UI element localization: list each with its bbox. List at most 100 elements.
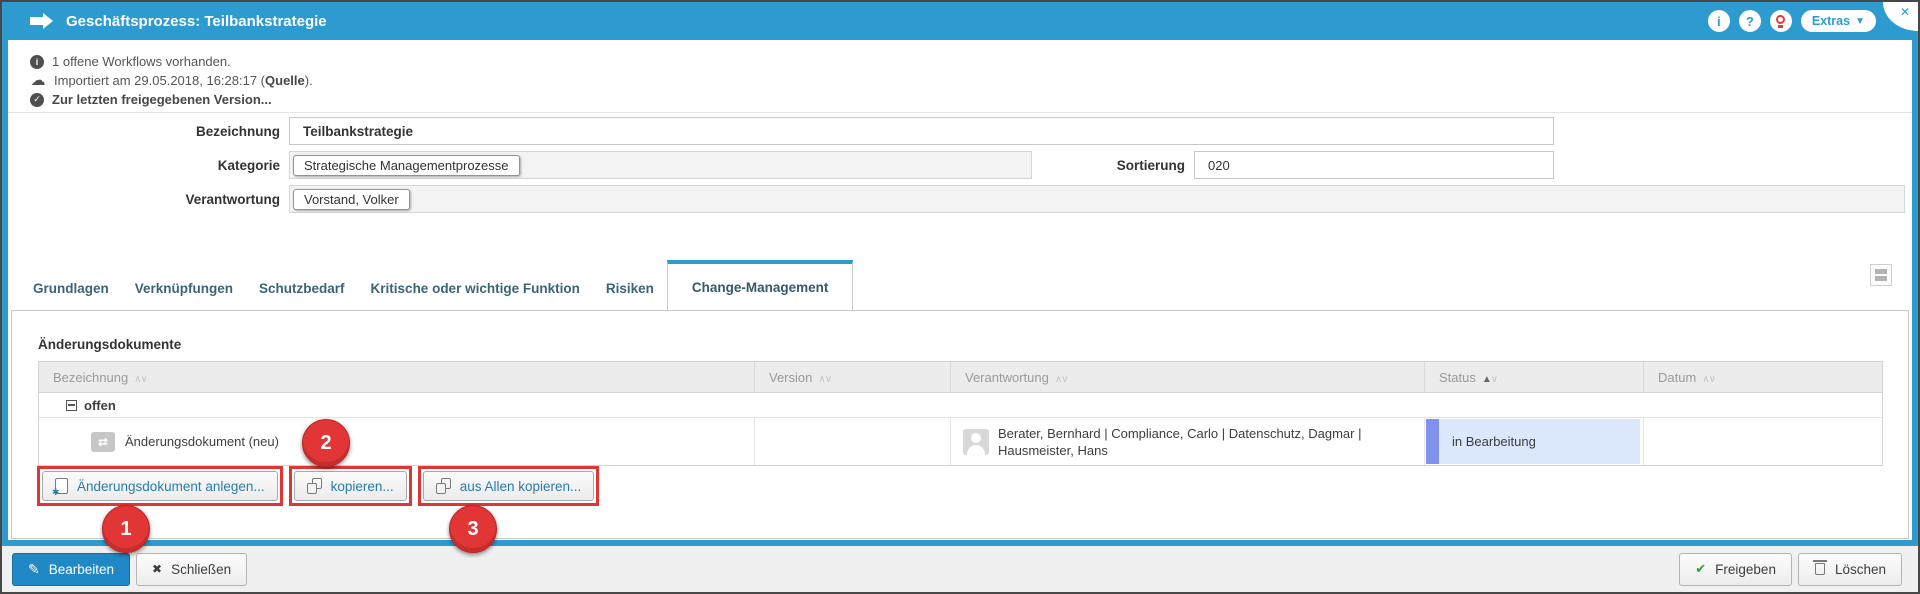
column-header-verantwortung[interactable]: Verantwortung ∧∨ (951, 362, 1425, 392)
sort-icons: ∧∨ (818, 370, 831, 385)
column-label: Datum (1658, 370, 1696, 385)
kategorie-field[interactable]: Strategische Managementprozesse (289, 151, 1032, 179)
table-header: Bezeichnung ∧∨ Version ∧∨ Verantwortung … (39, 362, 1882, 393)
titlebar: Geschäftsprozess: Teilbankstrategie i ? … (2, 2, 1918, 40)
column-header-datum[interactable]: Datum ∧∨ (1644, 362, 1882, 392)
button-label: Freigeben (1715, 562, 1776, 577)
tab-bar: Grundlagen Verknüpfungen Schutzbedarf Kr… (20, 260, 853, 310)
button-label: Änderungsdokument anlegen... (77, 479, 265, 494)
chevron-down-icon: ▼ (1855, 16, 1865, 27)
sort-icons: ∧∨ (1702, 370, 1715, 385)
annotation-box-2: kopieren... (289, 466, 412, 506)
bezeichnung-label: Bezeichnung (2, 124, 280, 139)
tab-kritische-funktion[interactable]: Kritische oder wichtige Funktion (358, 260, 593, 310)
column-header-status[interactable]: Status ▲∨ (1425, 362, 1644, 392)
create-change-document-button[interactable]: ✱ Änderungsdokument anlegen... (42, 471, 278, 501)
status-progress-bar (1426, 419, 1439, 464)
trash-icon (1814, 563, 1826, 577)
delete-button[interactable]: Löschen (1798, 553, 1902, 586)
notice-last-version-link[interactable]: ✓ Zur letzten freigegebenen Version... (30, 90, 313, 109)
cell-status: in Bearbeitung (1425, 418, 1644, 465)
verantwortung-label: Verantwortung (2, 192, 280, 207)
tab-verknuepfungen[interactable]: Verknüpfungen (122, 260, 246, 310)
group-row-offen[interactable]: offen (39, 393, 1882, 418)
copy-from-all-button[interactable]: aus Allen kopieren... (423, 471, 595, 501)
person-avatar-icon (963, 429, 989, 455)
page-title: Geschäftsprozess: Teilbankstrategie (66, 13, 327, 30)
tab-grundlagen[interactable]: Grundlagen (20, 260, 122, 310)
source-link[interactable]: Quelle (265, 73, 305, 88)
cell-version (755, 418, 951, 465)
close-x-icon: ✖ (152, 562, 162, 576)
layout-toggle-button[interactable] (1870, 264, 1892, 286)
footer-right-actions: ✔ Freigeben Löschen (1679, 553, 1902, 586)
button-label: Löschen (1835, 562, 1886, 577)
divider (8, 112, 1912, 113)
column-label: Verantwortung (965, 370, 1049, 385)
process-arrow-icon (30, 13, 53, 29)
collapse-icon[interactable] (66, 400, 77, 411)
kategorie-chip[interactable]: Strategische Managementprozesse (293, 155, 520, 176)
info-circle-icon: i (30, 55, 44, 69)
sort-desc-icon: ∨ (1491, 374, 1497, 385)
sort-icons: ▲∨ (1482, 370, 1497, 385)
check-circle-icon: ✓ (30, 93, 44, 107)
responsible-persons: Berater, Bernhard | Compliance, Carlo | … (998, 425, 1361, 459)
sortierung-input[interactable] (1194, 151, 1554, 179)
verantwortung-chip[interactable]: Vorstand, Volker (293, 189, 410, 210)
sort-desc-icon: ∨ (1061, 374, 1067, 385)
copy-button[interactable]: kopieren... (294, 471, 407, 501)
extras-button[interactable]: Extras ▼ (1801, 10, 1876, 32)
sort-desc-icon: ∨ (1709, 374, 1715, 385)
annotation-box-1: ✱ Änderungsdokument anlegen... (37, 466, 283, 506)
notice-text: Importiert am 29.05.2018, 16:28:17 (Quel… (54, 73, 313, 88)
annotation-box-3: aus Allen kopieren... (418, 466, 600, 506)
tab-schutzbedarf[interactable]: Schutzbedarf (246, 260, 358, 310)
cell-datum (1644, 418, 1882, 465)
verantwortung-field[interactable]: Vorstand, Volker (289, 185, 1905, 213)
help-button[interactable]: ? (1739, 10, 1761, 32)
idea-bulb-button[interactable] (1770, 10, 1792, 32)
annotation-badge-2: 2 (302, 419, 350, 467)
close-window-button[interactable]: ✖ Schließen (136, 553, 247, 586)
frame-left (2, 40, 8, 546)
document-title: Änderungsdokument (neu) (125, 434, 279, 449)
check-icon: ✔ (1695, 561, 1706, 577)
copy-icon (436, 478, 451, 494)
edit-button[interactable]: ✎ Bearbeiten (12, 553, 130, 586)
cell-verantwortung: Berater, Bernhard | Compliance, Carlo | … (951, 418, 1425, 465)
status-badge: in Bearbeitung (1426, 419, 1640, 464)
info-button[interactable]: i (1708, 10, 1730, 32)
column-label: Status (1439, 370, 1476, 385)
titlebar-actions: i ? Extras ▼ (1708, 10, 1876, 32)
bulb-icon (1776, 15, 1785, 24)
section-title: Änderungsdokumente (38, 337, 181, 352)
tab-risiken[interactable]: Risiken (593, 260, 667, 310)
app-window: Geschäftsprozess: Teilbankstrategie i ? … (0, 0, 1920, 594)
column-header-version[interactable]: Version ∧∨ (755, 362, 951, 392)
release-button[interactable]: ✔ Freigeben (1679, 553, 1792, 586)
cloud-download-icon: ☁ (30, 74, 46, 88)
extras-label: Extras (1812, 14, 1850, 28)
sort-icons: ∧∨ (1055, 370, 1068, 385)
column-label: Bezeichnung (53, 370, 128, 385)
sortierung-label: Sortierung (1062, 158, 1185, 173)
column-header-bezeichnung[interactable]: Bezeichnung ∧∨ (39, 362, 755, 392)
bezeichnung-input[interactable] (289, 117, 1554, 145)
edit-pencil-icon: ✎ (28, 561, 40, 578)
tab-change-management[interactable]: Change-Management (667, 260, 854, 310)
button-label: Bearbeiten (49, 562, 114, 577)
notice-import: ☁ Importiert am 29.05.2018, 16:28:17 (Qu… (30, 71, 313, 90)
sort-asc-active-icon: ▲ (1482, 374, 1491, 385)
button-label: kopieren... (331, 479, 394, 494)
layout-toggle-icon (1875, 269, 1887, 274)
notice-workflows: i 1 offene Workflows vorhanden. (30, 52, 313, 71)
cell-bezeichnung: ⇄ Änderungsdokument (neu) (39, 418, 755, 465)
change-document-icon: ⇄ (91, 432, 115, 452)
copy-icon (307, 478, 322, 494)
button-label: Schließen (171, 562, 231, 577)
footer-left-actions: ✎ Bearbeiten ✖ Schließen (12, 553, 247, 586)
sort-desc-icon: ∨ (141, 374, 147, 385)
kategorie-label: Kategorie (2, 158, 280, 173)
close-button[interactable]: ✕ (1900, 5, 1910, 19)
